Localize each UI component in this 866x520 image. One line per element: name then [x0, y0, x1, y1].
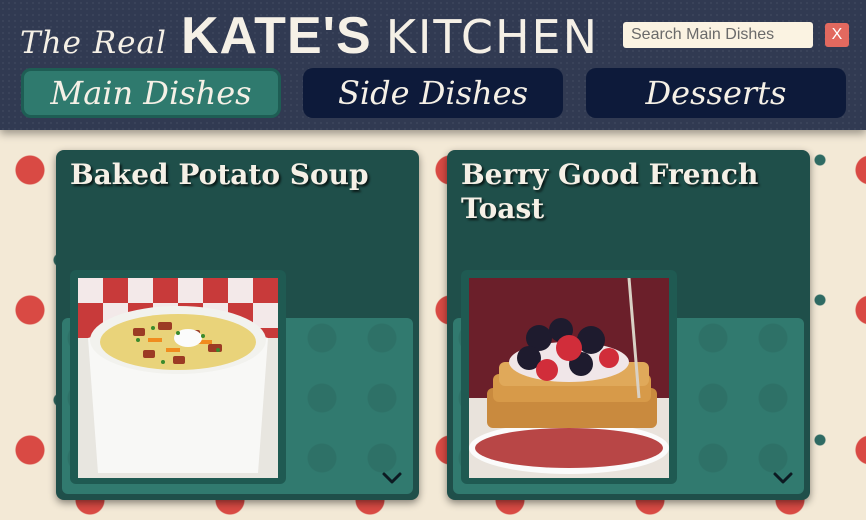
site-logo[interactable]: The Real KATE'S KITCHEN	[20, 6, 600, 65]
brand-the-real: The Real	[20, 25, 167, 61]
search-input[interactable]	[623, 22, 813, 48]
tab-desserts-label: Desserts	[645, 74, 787, 112]
soup-photo-icon	[78, 278, 278, 478]
tab-main-dishes[interactable]: Main Dishes	[21, 68, 281, 118]
brand-kates: KATE'S	[180, 7, 372, 65]
close-button[interactable]: X	[825, 23, 849, 47]
tab-main-dishes-label: Main Dishes	[50, 74, 252, 112]
recipe-card-baked-potato-soup[interactable]: Baked Potato Soup	[56, 150, 419, 500]
tab-side-dishes-label: Side Dishes	[337, 74, 529, 112]
recipe-photo[interactable]	[70, 270, 286, 484]
chevron-down-icon[interactable]	[381, 470, 403, 486]
recipe-photo[interactable]	[461, 270, 677, 484]
tab-side-dishes[interactable]: Side Dishes	[303, 68, 563, 118]
recipe-title: Baked Potato Soup	[70, 158, 369, 191]
chevron-down-icon[interactable]	[772, 470, 794, 486]
recipe-card-berry-good-french-toast[interactable]: Berry Good French Toast	[447, 150, 810, 500]
tab-desserts[interactable]: Desserts	[586, 68, 846, 118]
brand-kitchen: KITCHEN	[385, 10, 600, 64]
site-header: The Real KATE'S KITCHEN X Main Dishes Si…	[0, 0, 866, 130]
french-toast-photo-icon	[469, 278, 669, 478]
recipe-title: Berry Good French Toast	[461, 158, 759, 225]
